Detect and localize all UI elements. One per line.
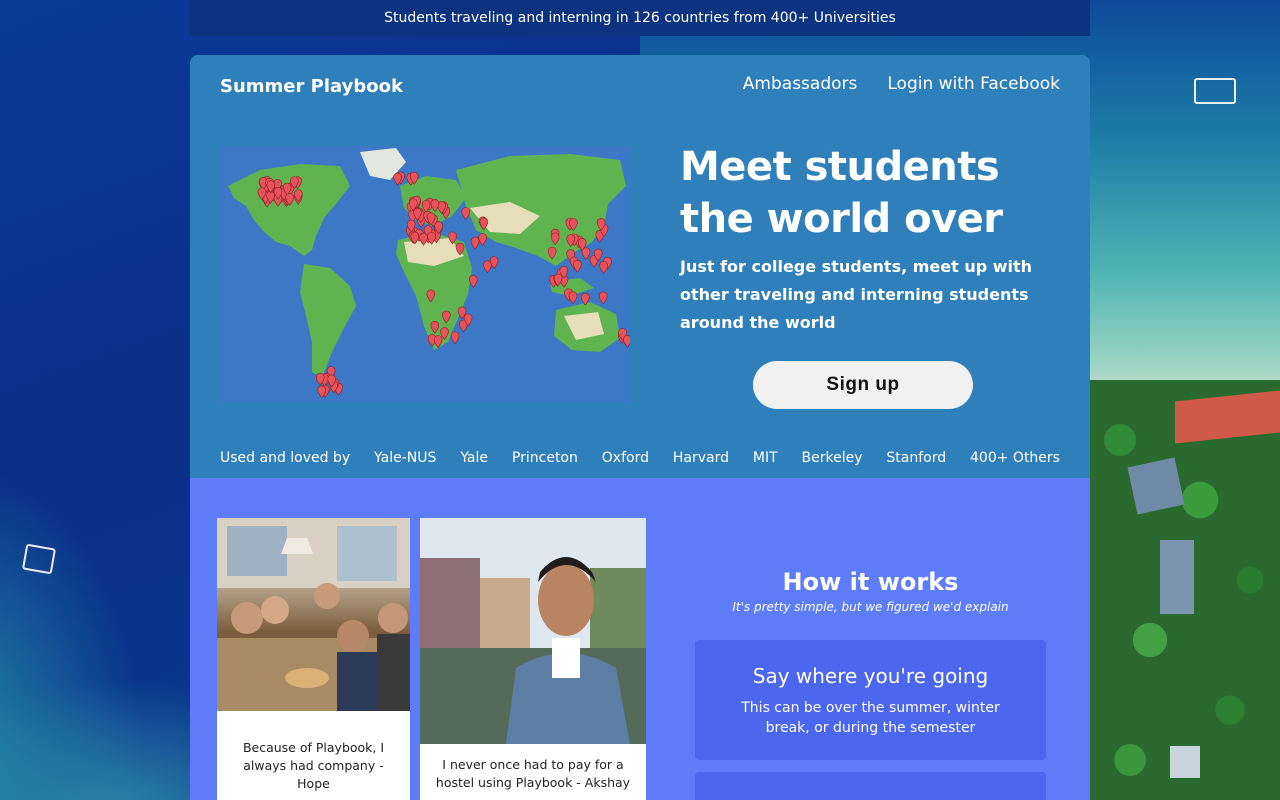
hero-card: Summer Playbook Ambassadors Login with F…	[190, 55, 1090, 478]
university-item: Harvard	[672, 450, 729, 466]
universities-lead: Used and loved by	[220, 450, 351, 466]
how-it-works-title: How it works	[782, 568, 959, 596]
ambassadors-link[interactable]: Ambassadors	[743, 74, 858, 94]
world-map	[220, 146, 630, 402]
boat-image	[21, 543, 57, 575]
step-description: This can be over the summer, winter brea…	[741, 700, 1000, 736]
testimonial-card: I never once had to pay for a hostel usi…	[420, 518, 646, 800]
top-banner: Students traveling and interning in 126 …	[190, 0, 1090, 36]
university-item: Yale	[460, 450, 489, 466]
university-item: MIT	[752, 450, 778, 466]
university-item: 400+ Others	[970, 450, 1060, 466]
group-dinner-photo	[217, 518, 410, 711]
universities-row: Used and loved by Yale-NUS Yale Princeto…	[220, 450, 1060, 466]
testimonial-photo	[420, 518, 646, 744]
university-item: Yale-NUS	[374, 450, 437, 466]
how-it-works-subtitle: It's pretty simple, but we figured we'd …	[732, 600, 1009, 614]
hut-roof	[1170, 746, 1200, 778]
brand-logo[interactable]: Summer Playbook	[220, 76, 403, 97]
university-item: Oxford	[601, 450, 649, 466]
hut-roof	[1127, 457, 1185, 515]
step-card	[695, 772, 1046, 800]
university-item: Stanford	[886, 450, 947, 466]
university-item: Princeton	[511, 450, 578, 466]
how-it-works-header: How it works It's pretty simple, but we …	[695, 568, 1046, 614]
hero-title: Meet students the world over	[680, 144, 1003, 242]
features-section: Because of Playbook, I always had compan…	[190, 478, 1090, 800]
signup-button[interactable]: Sign up	[753, 361, 973, 409]
step-title: Say where you're going	[752, 664, 989, 688]
university-item: Berkeley	[801, 450, 863, 466]
login-facebook-link[interactable]: Login with Facebook	[887, 74, 1060, 94]
hut-roof	[1160, 540, 1194, 614]
testimonial-card: Because of Playbook, I always had compan…	[217, 518, 410, 800]
testimonial-photo	[217, 518, 410, 711]
top-nav: Ambassadors Login with Facebook	[743, 74, 1060, 94]
boat-image	[1194, 78, 1236, 104]
step-card: Say where you're going This can be over …	[695, 640, 1046, 760]
hero-subtitle: Just for college students, meet up with …	[680, 257, 1033, 332]
testimonial-caption: I never once had to pay for a hostel usi…	[435, 757, 631, 790]
world-map-svg	[220, 146, 630, 402]
traveler-portrait-photo	[420, 518, 646, 744]
testimonial-caption: Because of Playbook, I always had compan…	[242, 740, 385, 791]
